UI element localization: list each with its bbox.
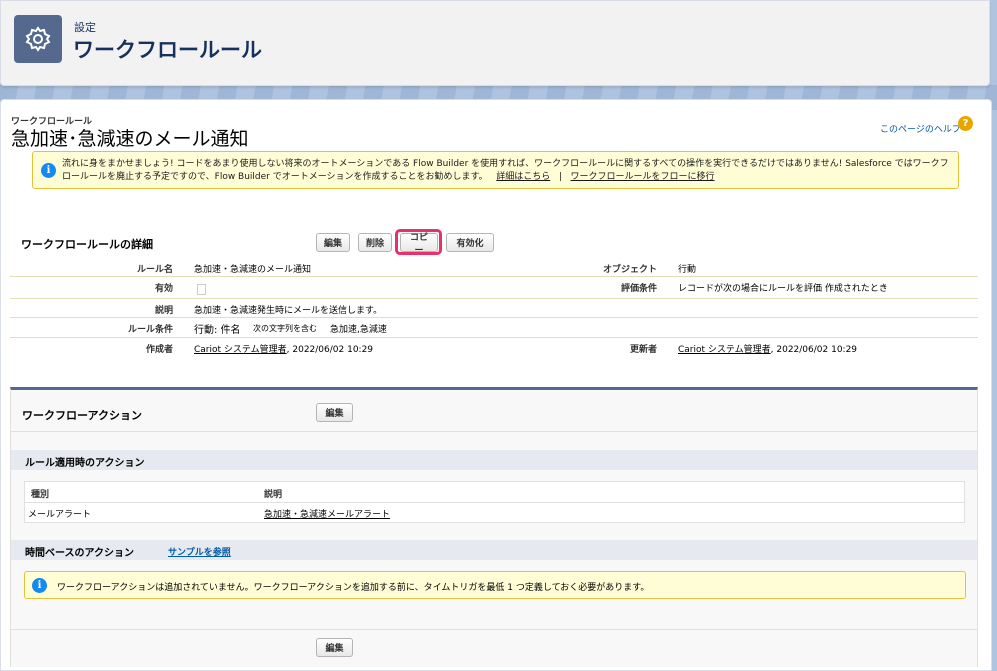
migrate-to-flow-link[interactable]: ワークフロールールをフローに移行 [571, 172, 715, 182]
immediate-actions-title: ルール適用時のアクション [25, 458, 145, 469]
active-checkbox-unchecked [197, 284, 206, 295]
time-based-info-banner: i ワークフローアクションは追加されていません。ワークフローアクションを追加する… [24, 571, 966, 599]
time-based-actions-title: 時間ベースのアクション [25, 548, 134, 559]
time-based-actions-header: 時間ベースのアクション サンプルを参照 [11, 540, 977, 560]
info-banner-text: 流れに身をまかせましょう! コードをあまり使用しない将来のオートメーションである… [62, 158, 952, 184]
evaluation-value: レコードが次の場合にルールを評価 作成されたとき [678, 284, 888, 294]
column-header-type: 種別 [31, 490, 50, 500]
created-by-label: 作成者 [145, 345, 173, 355]
criteria-value: 急加速,急減速 [330, 325, 387, 335]
flow-builder-info-banner: i 流れに身をまかせましょう! コードをあまり使用しない将来のオートメーションで… [32, 151, 959, 189]
activate-button[interactable]: 有効化 [446, 233, 494, 252]
divider [11, 629, 977, 630]
page-header: 設定 ワークフロールール [0, 0, 990, 86]
modified-date: , 2022/06/02 10:29 [770, 345, 858, 355]
modified-by-value: Cariot システム管理者, 2022/06/02 10:29 [678, 342, 857, 355]
immediate-actions-header: ルール適用時のアクション [11, 450, 977, 470]
table-header-divider [25, 502, 964, 503]
details-link[interactable]: 詳細はこちら [496, 172, 550, 182]
description-label: 説明 [154, 306, 173, 316]
created-by-value: Cariot システム管理者, 2022/06/02 10:29 [194, 342, 373, 355]
criteria-operator: 次の文字列を含む [253, 324, 317, 333]
link-separator: | [558, 172, 562, 182]
criteria-label: ルール条件 [127, 325, 173, 335]
rule-name-label: ルール名 [136, 265, 173, 275]
object-label: オブジェクト [602, 265, 657, 275]
help-link[interactable]: このページのヘルプ [880, 122, 961, 135]
help-icon[interactable]: ? [958, 116, 973, 131]
modified-by-user-link[interactable]: Cariot システム管理者 [678, 345, 771, 355]
column-header-description: 説明 [264, 490, 283, 500]
copy-button-highlight [395, 229, 442, 255]
immediate-actions-table: 種別 説明 メールアラート 急加速・急減速メールアラート [24, 481, 965, 523]
description-value: 急加速・急減速発生時にメールを送信します。 [194, 306, 383, 316]
action-type-cell: メールアラート [28, 510, 92, 520]
delete-button[interactable]: 削除 [358, 233, 392, 252]
workflow-actions-title: ワークフローアクション [22, 409, 143, 422]
edit-button[interactable]: 編集 [316, 233, 350, 252]
header-title: ワークフロールール [73, 38, 262, 62]
workflow-actions-edit-button[interactable]: 編集 [316, 403, 353, 422]
info-icon: i [32, 578, 47, 593]
created-date: , 2022/06/02 10:29 [286, 345, 374, 355]
criteria-field: 行動: 件名 [194, 325, 241, 336]
workflow-actions-panel: ワークフローアクション 編集 ルール適用時のアクション 種別 説明 メールアラー… [10, 387, 978, 667]
rule-name-value: 急加速・急減速のメール通知 [194, 265, 312, 275]
active-label: 有効 [154, 284, 173, 294]
view-sample-link[interactable]: サンプルを参照 [168, 545, 231, 558]
action-description-cell: 急加速・急減速メールアラート [264, 507, 390, 520]
gear-icon [14, 15, 62, 63]
page-title: 急加速･急減速のメール通知 [11, 128, 249, 150]
bottom-edit-button[interactable]: 編集 [316, 638, 353, 657]
time-based-info-text: ワークフローアクションは追加されていません。ワークフローアクションを追加する前に… [57, 583, 650, 593]
evaluation-label: 評価条件 [620, 284, 657, 294]
info-icon: i [41, 163, 56, 178]
created-by-user-link[interactable]: Cariot システム管理者 [194, 345, 287, 355]
modified-by-label: 更新者 [629, 345, 657, 355]
object-value: 行動 [678, 265, 697, 275]
email-alert-link[interactable]: 急加速・急減速メールアラート [264, 510, 390, 520]
detail-section-title: ワークフロールールの詳細 [21, 238, 153, 251]
header-eyebrow: 設定 [74, 21, 96, 34]
divider [11, 431, 977, 432]
